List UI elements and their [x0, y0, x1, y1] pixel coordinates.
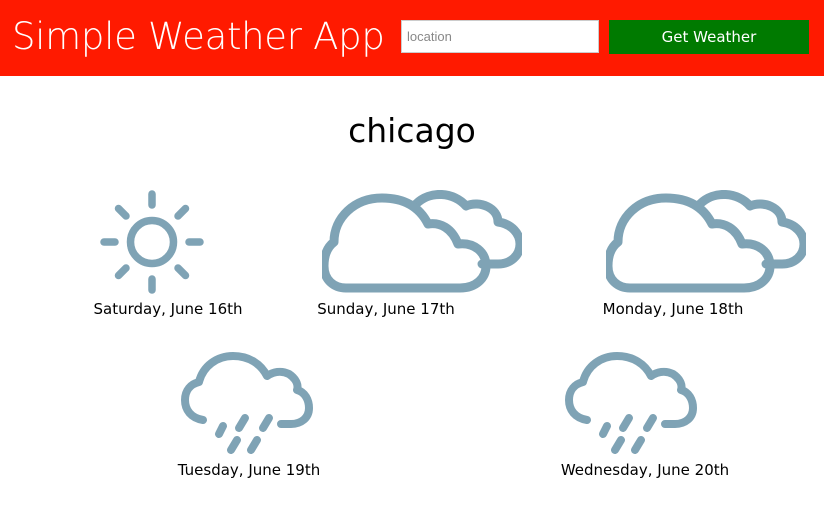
rain-icon: [565, 352, 697, 454]
sun-icon: [100, 190, 204, 294]
app-header: Simple Weather App Get Weather: [0, 0, 824, 76]
day-label: Monday, June 18th: [602, 300, 744, 318]
day-label: Sunday, June 17th: [317, 300, 455, 318]
cloudy-icon: [322, 190, 522, 293]
day-label: Wednesday, June 20th: [560, 461, 730, 479]
cloudy-icon: [606, 190, 806, 293]
day-label: Saturday, June 16th: [93, 300, 243, 318]
get-weather-button[interactable]: Get Weather: [609, 20, 809, 54]
city-name: chicago: [348, 111, 476, 150]
day-label: Tuesday, June 19th: [177, 461, 321, 479]
rain-icon: [181, 352, 313, 454]
app-title: Simple Weather App: [12, 15, 385, 58]
location-input[interactable]: [401, 20, 599, 53]
